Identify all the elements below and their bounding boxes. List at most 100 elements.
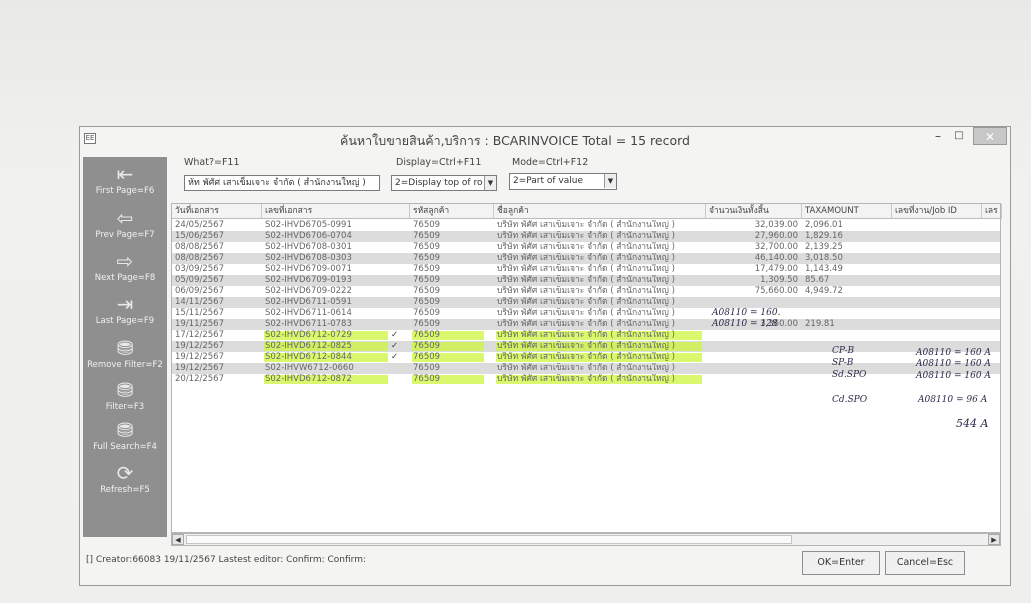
- remove-filter-button[interactable]: ⛃ Remove Filter=F2: [83, 337, 167, 370]
- table-cell: [706, 352, 802, 363]
- table-row[interactable]: 19/12/2567 S02-IHVD6712-0825 76509 บริษัท พ…: [172, 341, 1000, 352]
- last-page-button[interactable]: ⇥ Last Page=F9: [83, 293, 167, 326]
- table-cell: 19/12/2567: [175, 363, 224, 373]
- handwritten-note: A08110 = 160 A: [916, 348, 991, 358]
- column-header[interactable]: เลร: [982, 204, 1002, 219]
- maximize-button[interactable]: □: [946, 127, 972, 145]
- column-header[interactable]: วันที่เอกสาร: [172, 204, 262, 219]
- table-cell: บริษัท พัศัศ เสาเข็มเจาะ จำกัด ( สำนักงา…: [497, 253, 675, 263]
- column-header[interactable]: จำนวนเงินทั้งสิ้น: [706, 204, 802, 219]
- search-window: EE ค้นหาใบขายสินค้า,บริการ : BCARINVOICE…: [79, 126, 1011, 586]
- handwritten-note: A08110 = 160 A: [916, 359, 991, 369]
- table-cell: 1,143.49: [805, 264, 843, 274]
- handwritten-note: A08110 = 160 A: [916, 371, 991, 381]
- display-select[interactable]: 2=Display top of ro ▼: [391, 175, 497, 191]
- chevron-down-icon[interactable]: ▼: [604, 174, 616, 188]
- table-cell: [706, 363, 802, 374]
- app-icon: EE: [84, 133, 96, 144]
- table-cell: 76509: [413, 231, 441, 241]
- table-cell: บริษัท พัศัศ เสาเข็มเจาะ จำกัด ( สำนักงา…: [497, 242, 675, 252]
- handwritten-check-icon: ✓: [391, 352, 399, 362]
- table-row[interactable]: 15/06/2567 S02-IHVD6706-0704 76509 บริษัท พ…: [172, 231, 1000, 242]
- table-cell: 27,960.00: [754, 231, 798, 241]
- display-label: Display=Ctrl+F11: [396, 157, 482, 168]
- table-cell: S02-IHVD6708-0303: [265, 253, 352, 263]
- mode-select[interactable]: 2=Part of value ▼: [509, 173, 617, 190]
- refresh-label: Refresh=F5: [100, 485, 150, 495]
- refresh-button[interactable]: ⟳ Refresh=F5: [83, 462, 167, 495]
- filter-button[interactable]: ⛃ Filter=F3: [83, 379, 167, 412]
- table-row[interactable]: 24/05/2567 S02-IHVD6705-0991 76509 บริษัท พ…: [172, 220, 1000, 231]
- mode-label: Mode=Ctrl+F12: [512, 157, 589, 168]
- table-cell: [802, 330, 892, 341]
- chevron-down-icon[interactable]: ▼: [484, 176, 496, 190]
- table-cell: บริษัท พัศัศ เสาเข็มเจาะ จำกัด ( สำนักงา…: [497, 264, 675, 274]
- first-page-button[interactable]: ⇤ First Page=F6: [83, 163, 167, 196]
- what-input[interactable]: หัท พัศัศ เสาเข็มเจาะ จำกัด ( สำนักงานให…: [184, 175, 380, 191]
- table-cell: บริษัท พัศัศ เสาเข็มเจาะ จำกัด ( สำนักงา…: [497, 308, 675, 318]
- table-row[interactable]: 05/09/2567 S02-IHVD6709-0193 76509 บริษัท พ…: [172, 275, 1000, 286]
- table-row[interactable]: 14/11/2567 S02-IHVD6711-0591 76509 บริษัท พ…: [172, 297, 1000, 308]
- table-cell: บริษัท พัศัศ เสาเข็มเจาะ จำกัด ( สำนักงา…: [497, 286, 675, 296]
- table-header: วันที่เอกสาร เลขที่เอกสาร รหัสลูกค้า ชื่…: [172, 204, 1002, 219]
- table-cell: 219.81: [805, 319, 835, 329]
- handwritten-code: Sd.SPO: [832, 370, 867, 380]
- table-cell: 05/09/2567: [175, 275, 224, 285]
- table-cell: 17,479.00: [754, 264, 798, 274]
- table-cell: [706, 330, 802, 341]
- handwritten-total: 544 A: [956, 417, 989, 430]
- scroll-right-icon[interactable]: ▶: [988, 534, 1000, 545]
- display-select-value: 2=Display top of ro: [395, 178, 483, 188]
- scroll-thumb[interactable]: [186, 535, 792, 544]
- next-page-icon: ⇨: [116, 249, 134, 273]
- next-page-button[interactable]: ⇨ Next Page=F8: [83, 250, 167, 283]
- column-header[interactable]: เลขที่เอกสาร: [262, 204, 410, 219]
- prev-page-button[interactable]: ⇦ Prev Page=F7: [83, 207, 167, 240]
- table-cell: 2,139.25: [805, 242, 843, 252]
- table-row[interactable]: 17/12/2567 S02-IHVD6712-0729 76509 บริษัท พ…: [172, 330, 1000, 341]
- table-cell: 76509: [413, 341, 441, 351]
- table-cell: 4,949.72: [805, 286, 843, 296]
- table-row[interactable]: 19/11/2567 S02-IHVD6711-0783 76509 บริษัท พ…: [172, 319, 1000, 330]
- table-row[interactable]: 19/12/2567 S02-IHVW6712-0660 76509 บริษัท พ…: [172, 363, 1000, 374]
- table-cell: S02-IHVD6712-0872: [265, 374, 352, 384]
- column-header[interactable]: TAXAMOUNT: [802, 204, 892, 219]
- remove-filter-label: Remove Filter=F2: [87, 360, 163, 370]
- ok-button[interactable]: OK=Enter: [802, 551, 880, 575]
- column-header[interactable]: เลขที่งาน/Job ID: [892, 204, 982, 219]
- table-cell: [706, 341, 802, 352]
- table-cell: 76509: [413, 253, 441, 263]
- last-page-label: Last Page=F9: [95, 316, 155, 326]
- table-cell: 76509: [413, 363, 441, 373]
- table-row[interactable]: 08/08/2567 S02-IHVD6708-0301 76509 บริษัท พ…: [172, 242, 1000, 253]
- table-cell: 2,096.01: [805, 220, 843, 230]
- table-row[interactable]: 15/11/2567 S02-IHVD6711-0614 76509 บริษัท พ…: [172, 308, 1000, 319]
- table-row[interactable]: 06/09/2567 S02-IHVD6709-0222 76509 บริษัท พ…: [172, 286, 1000, 297]
- table-cell: S02-IHVD6709-0193: [265, 275, 352, 285]
- table-cell: 76509: [413, 319, 441, 329]
- column-header[interactable]: รหัสลูกค้า: [410, 204, 494, 219]
- table-cell: 24/05/2567: [175, 220, 224, 230]
- handwritten-note: A08110 = 128: [712, 319, 778, 329]
- table-row[interactable]: 08/08/2567 S02-IHVD6708-0303 76509 บริษัท พ…: [172, 253, 1000, 264]
- horizontal-scrollbar[interactable]: ◀ ▶: [171, 533, 1001, 546]
- table-cell: S02-IHVD6711-0614: [265, 308, 352, 318]
- scroll-left-icon[interactable]: ◀: [172, 534, 184, 545]
- close-button[interactable]: ✕: [973, 127, 1007, 145]
- table-cell: บริษัท พัศัศ เสาเข็มเจาะ จำกัด ( สำนักงา…: [497, 341, 675, 351]
- title-bar: EE ค้นหาใบขายสินค้า,บริการ : BCARINVOICE…: [80, 127, 1010, 151]
- table-cell: 15/06/2567: [175, 231, 224, 241]
- table-row[interactable]: 20/12/2567 S02-IHVD6712-0872 76509 บริษัท พ…: [172, 374, 1000, 385]
- column-header[interactable]: ชื่อลูกค้า: [494, 204, 706, 219]
- table-row[interactable]: 03/09/2567 S02-IHVD6709-0071 76509 บริษัท พ…: [172, 264, 1000, 275]
- mode-select-value: 2=Part of value: [513, 176, 584, 186]
- table-cell: 76509: [413, 374, 441, 384]
- filter-icon: ⛃: [116, 378, 134, 402]
- filter-label: Filter=F3: [105, 402, 145, 412]
- table-cell: 76509: [413, 275, 441, 285]
- handwritten-code: Cd.SPO: [832, 395, 868, 405]
- table-cell: บริษัท พัศัศ เสาเข็มเจาะ จำกัด ( สำนักงา…: [497, 297, 675, 307]
- table-row[interactable]: 19/12/2567 S02-IHVD6712-0844 76509 บริษัท พ…: [172, 352, 1000, 363]
- cancel-button[interactable]: Cancel=Esc: [885, 551, 965, 575]
- full-search-button[interactable]: ⛃ Full Search=F4: [83, 419, 167, 452]
